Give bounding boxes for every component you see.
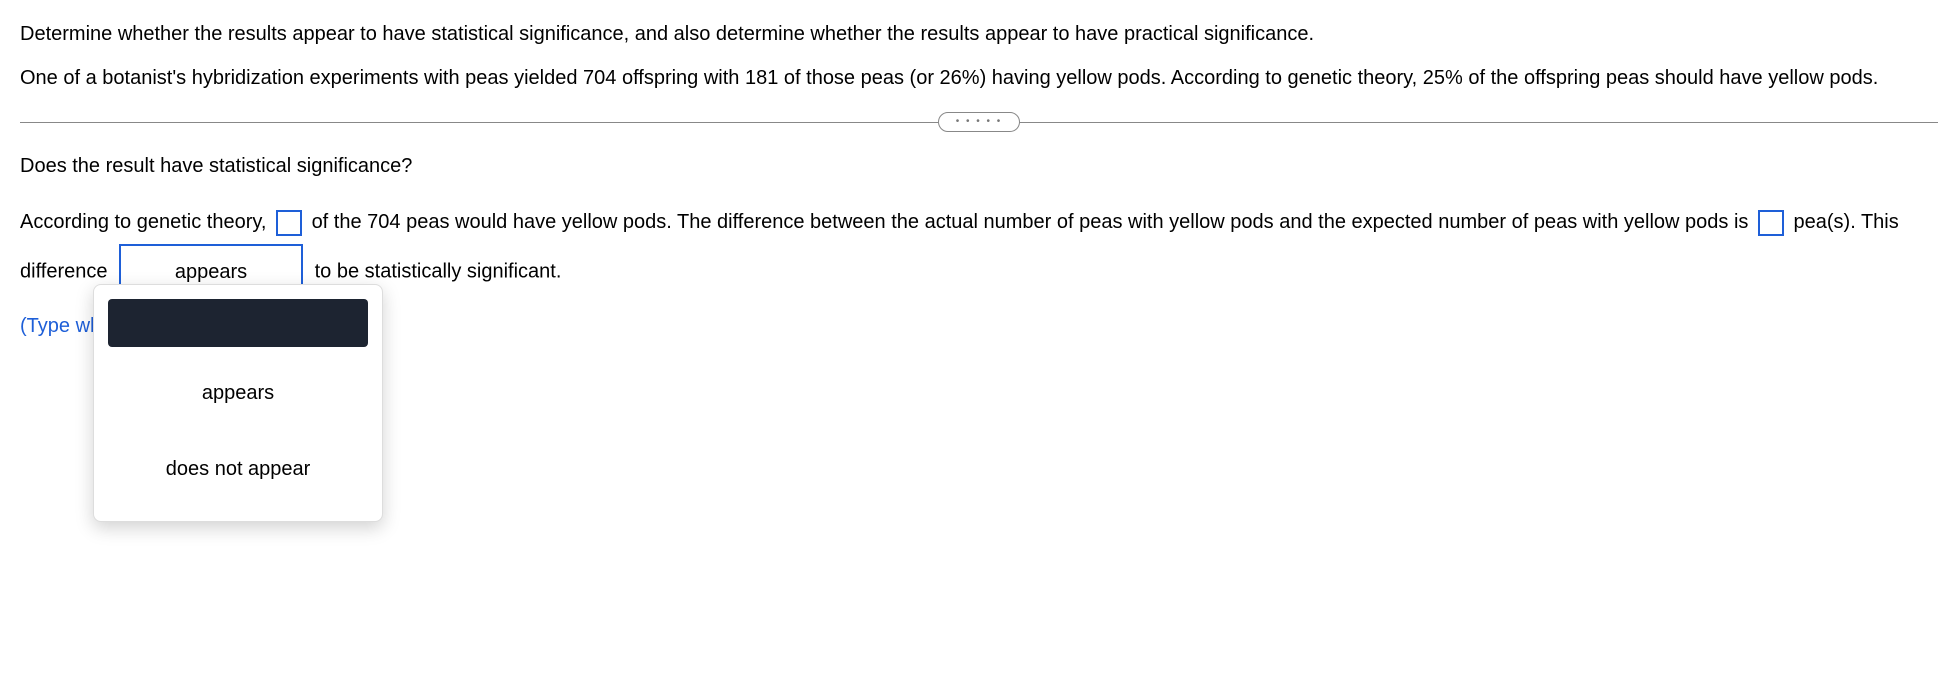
section-divider: • • • • •: [20, 112, 1938, 132]
expected-count-input[interactable]: [276, 210, 302, 236]
answer-block: According to genetic theory, of the 704 …: [20, 200, 1938, 348]
problem-scenario: One of a botanist's hybridization experi…: [20, 64, 1938, 92]
dropdown-option-does-not-appear[interactable]: does not appear: [108, 431, 368, 507]
difference-input[interactable]: [1758, 210, 1784, 236]
significance-dropdown: appears does not appear: [93, 284, 383, 522]
dropdown-option-blank[interactable]: [108, 299, 368, 347]
dropdown-option-appears[interactable]: appears: [108, 355, 368, 431]
answer-text-4: to be statistically significant.: [315, 260, 562, 282]
divider-handle[interactable]: • • • • •: [938, 112, 1020, 132]
question-prompt: Does the result have statistical signifi…: [20, 152, 1938, 180]
problem-instruction: Determine whether the results appear to …: [20, 20, 1938, 48]
answer-text-1: According to genetic theory,: [20, 211, 266, 233]
answer-text-2: of the 704 peas would have yellow pods. …: [312, 211, 1749, 233]
